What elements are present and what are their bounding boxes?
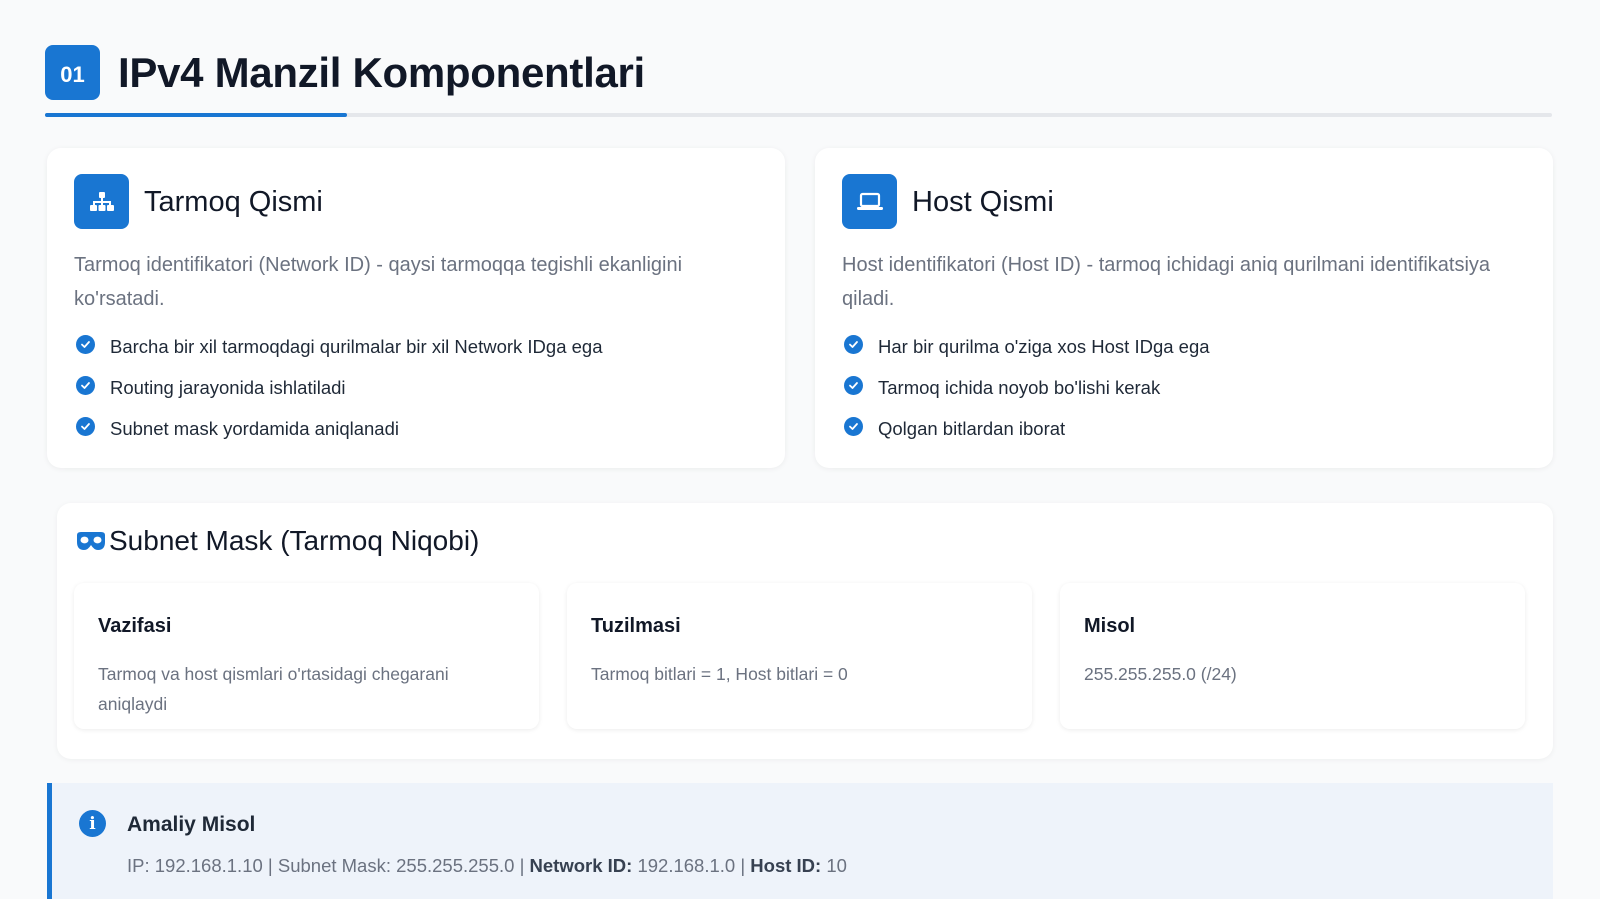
list-item-text: Routing jarayonida ishlatiladi	[110, 377, 346, 398]
subnet-box-title: Misol	[1084, 615, 1136, 637]
practical-example-callout: i Amaliy Misol IP: 192.168.1.10 | Subnet…	[47, 783, 1553, 899]
host-card-title: Host Qismi	[912, 186, 1054, 218]
subnet-box-title: Vazifasi	[98, 615, 172, 637]
check-circle-icon	[76, 335, 95, 354]
subnet-mask-heading: Subnet Mask (Tarmoq Niqobi)	[75, 525, 479, 557]
subnet-box-text: Tarmoq va host qismlari o'rtasidagi cheg…	[98, 664, 449, 714]
check-circle-icon	[76, 376, 95, 395]
section-header: 01 IPv4 Manzil Komponentlari	[45, 45, 1552, 117]
list-item-text: Qolgan bitlardan iborat	[878, 418, 1066, 439]
example-host-label: Host ID:	[750, 855, 822, 876]
check-circle-icon	[844, 376, 863, 395]
subnet-box-vazifasi: Vazifasi Tarmoq va host qismlari o'rtasi…	[74, 583, 539, 729]
subnet-mask-title: Subnet Mask (Tarmoq Niqobi)	[109, 525, 480, 556]
example-ip-text: IP: 192.168.1.10 | Subnet Mask: 255.255.…	[127, 855, 525, 876]
subnet-box-text: Tarmoq bitlari = 1, Host bitlari = 0	[591, 664, 848, 684]
subnet-mask-section: Subnet Mask (Tarmoq Niqobi) Vazifasi Tar…	[57, 503, 1553, 759]
subnet-box-tuzilmasi: Tuzilmasi Tarmoq bitlari = 1, Host bitla…	[567, 583, 1032, 729]
laptop-icon	[842, 174, 897, 229]
info-icon: i	[79, 810, 106, 837]
section-number-badge: 01	[45, 45, 100, 100]
check-circle-icon	[844, 335, 863, 354]
page-title: IPv4 Manzil Komponentlari	[118, 49, 645, 96]
example-title: Amaliy Misol	[127, 813, 256, 836]
list-item: Routing jarayonida ishlatiladi	[74, 376, 603, 417]
host-feature-list: Har bir qurilma o'ziga xos Host IDga ega…	[842, 335, 1210, 458]
network-part-card: Tarmoq Qismi Tarmoq identifikatori (Netw…	[47, 148, 785, 468]
list-item: Qolgan bitlardan iborat	[842, 417, 1210, 458]
list-item-text: Subnet mask yordamida aniqlanadi	[110, 418, 399, 439]
subnet-box-misol: Misol 255.255.255.0 (/24)	[1060, 583, 1525, 729]
host-card-description: Host identifikatori (Host ID) - tarmoq i…	[842, 254, 1491, 310]
example-network-value: 192.168.1.0 |	[637, 855, 746, 876]
network-feature-list: Barcha bir xil tarmoqdagi qurilmalar bir…	[74, 335, 603, 458]
list-item-text: Har bir qurilma o'ziga xos Host IDga ega	[878, 336, 1210, 357]
subnet-box-text: 255.255.255.0 (/24)	[1084, 664, 1237, 684]
network-card-title: Tarmoq Qismi	[144, 186, 323, 218]
check-circle-icon	[76, 417, 95, 436]
example-host-value: 10	[826, 855, 847, 876]
list-item: Subnet mask yordamida aniqlanadi	[74, 417, 603, 458]
host-part-card: Host Qismi Host identifikatori (Host ID)…	[815, 148, 1553, 468]
subnet-box-title: Tuzilmasi	[591, 615, 681, 637]
list-item: Tarmoq ichida noyob bo'lishi kerak	[842, 376, 1210, 417]
network-hierarchy-icon	[74, 174, 129, 229]
title-divider-accent	[45, 113, 347, 117]
example-details: IP: 192.168.1.10 | Subnet Mask: 255.255.…	[127, 855, 847, 877]
check-circle-icon	[844, 417, 863, 436]
example-network-label: Network ID:	[529, 855, 633, 876]
mask-icon	[77, 532, 105, 550]
network-card-description: Tarmoq identifikatori (Network ID) - qay…	[74, 254, 683, 310]
list-item-text: Barcha bir xil tarmoqdagi qurilmalar bir…	[110, 336, 603, 357]
list-item: Har bir qurilma o'ziga xos Host IDga ega	[842, 335, 1210, 376]
list-item: Barcha bir xil tarmoqdagi qurilmalar bir…	[74, 335, 603, 376]
list-item-text: Tarmoq ichida noyob bo'lishi kerak	[878, 377, 1161, 398]
